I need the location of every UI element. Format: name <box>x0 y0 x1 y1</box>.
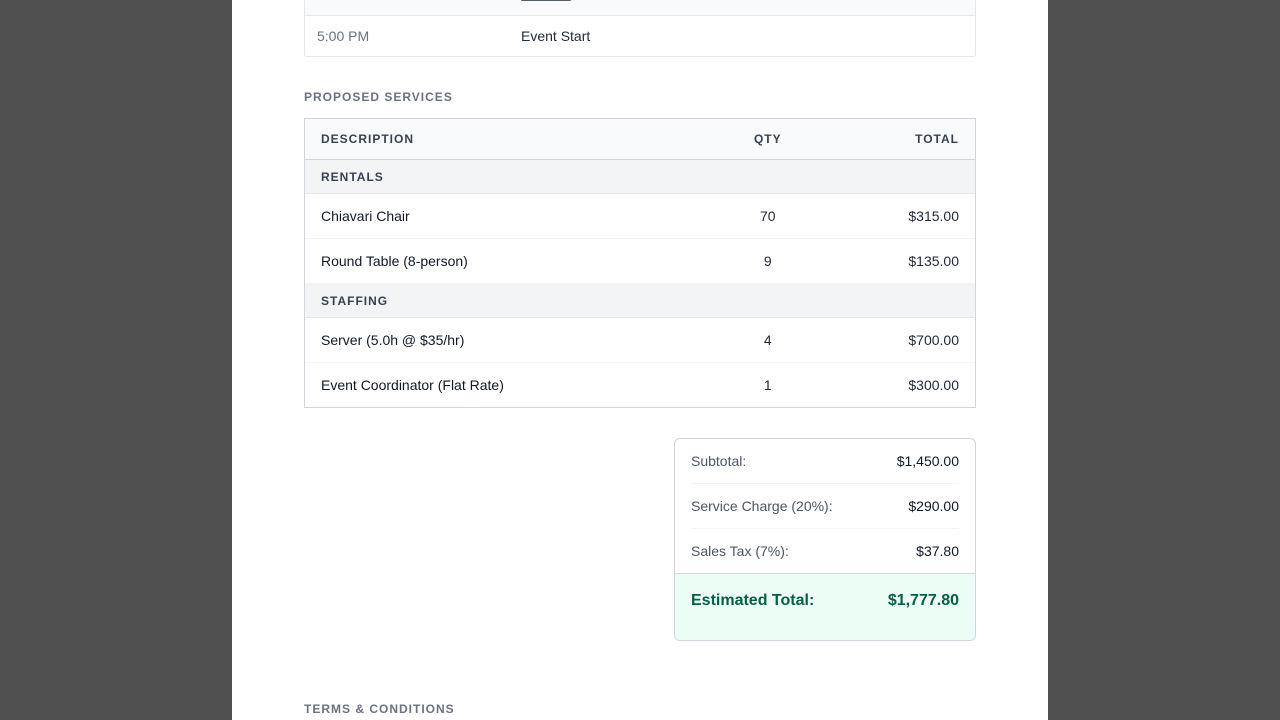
table-row: Event Coordinator (Flat Rate) 1 $300.00 <box>305 363 975 407</box>
item-description: Server (5.0h @ $35/hr) <box>321 332 465 348</box>
item-qty: 1 <box>763 377 772 393</box>
schedule-row-cut-off <box>305 0 975 16</box>
sales-tax-label: Sales Tax (7%): <box>691 543 789 559</box>
item-total: $315.00 <box>908 208 959 224</box>
estimated-total-label: Estimated Total: <box>691 592 815 609</box>
table-row: Server (5.0h @ $35/hr) 4 $700.00 <box>305 318 975 363</box>
document-page: 5:00 PM Event Start PROPOSED SERVICES DE… <box>232 0 1048 720</box>
schedule-time: 5:00 PM <box>317 28 370 44</box>
sales-tax-row: Sales Tax (7%): $37.80 <box>691 529 959 573</box>
proposed-services-title: PROPOSED SERVICES <box>304 90 453 104</box>
table-row: Round Table (8-person) 9 $135.00 <box>305 239 975 284</box>
service-charge-row: Service Charge (20%): $290.00 <box>691 484 959 529</box>
service-charge-label: Service Charge (20%): <box>691 498 833 514</box>
event-schedule-table: 5:00 PM Event Start <box>304 0 976 57</box>
group-header-staffing: STAFFING <box>305 284 975 318</box>
estimated-total-row: Estimated Total: $1,777.80 <box>675 573 975 640</box>
service-charge-value: $290.00 <box>908 498 959 514</box>
subtotal-row: Subtotal: $1,450.00 <box>691 439 959 484</box>
item-total: $300.00 <box>908 377 959 393</box>
column-header-total: TOTAL <box>915 132 959 146</box>
services-table-header: DESCRIPTION QTY TOTAL <box>305 119 975 160</box>
services-table: DESCRIPTION QTY TOTAL RENTALS Chiavari C… <box>304 118 976 408</box>
group-header-rentals: RENTALS <box>305 160 975 194</box>
totals-summary: Subtotal: $1,450.00 Service Charge (20%)… <box>674 438 976 641</box>
table-row: Chiavari Chair 70 $315.00 <box>305 194 975 239</box>
sales-tax-value: $37.80 <box>916 543 959 559</box>
item-description: Event Coordinator (Flat Rate) <box>321 377 504 393</box>
cut-off-text-fragment <box>521 0 571 1</box>
column-header-qty: QTY <box>753 132 782 146</box>
item-description: Round Table (8-person) <box>321 253 468 269</box>
totals-lines: Subtotal: $1,450.00 Service Charge (20%)… <box>675 439 975 573</box>
subtotal-value: $1,450.00 <box>896 453 959 469</box>
item-total: $700.00 <box>908 332 959 348</box>
item-total: $135.00 <box>908 253 959 269</box>
item-qty: 4 <box>763 332 772 348</box>
item-qty: 70 <box>760 208 776 224</box>
schedule-row: 5:00 PM Event Start <box>305 16 975 56</box>
item-qty: 9 <box>763 253 772 269</box>
column-header-description: DESCRIPTION <box>321 132 415 146</box>
item-description: Chiavari Chair <box>321 208 410 224</box>
schedule-event: Event Start <box>521 28 591 44</box>
estimated-total-value: $1,777.80 <box>887 592 959 609</box>
terms-conditions-title: TERMS & CONDITIONS <box>304 702 455 716</box>
subtotal-label: Subtotal: <box>691 453 747 469</box>
